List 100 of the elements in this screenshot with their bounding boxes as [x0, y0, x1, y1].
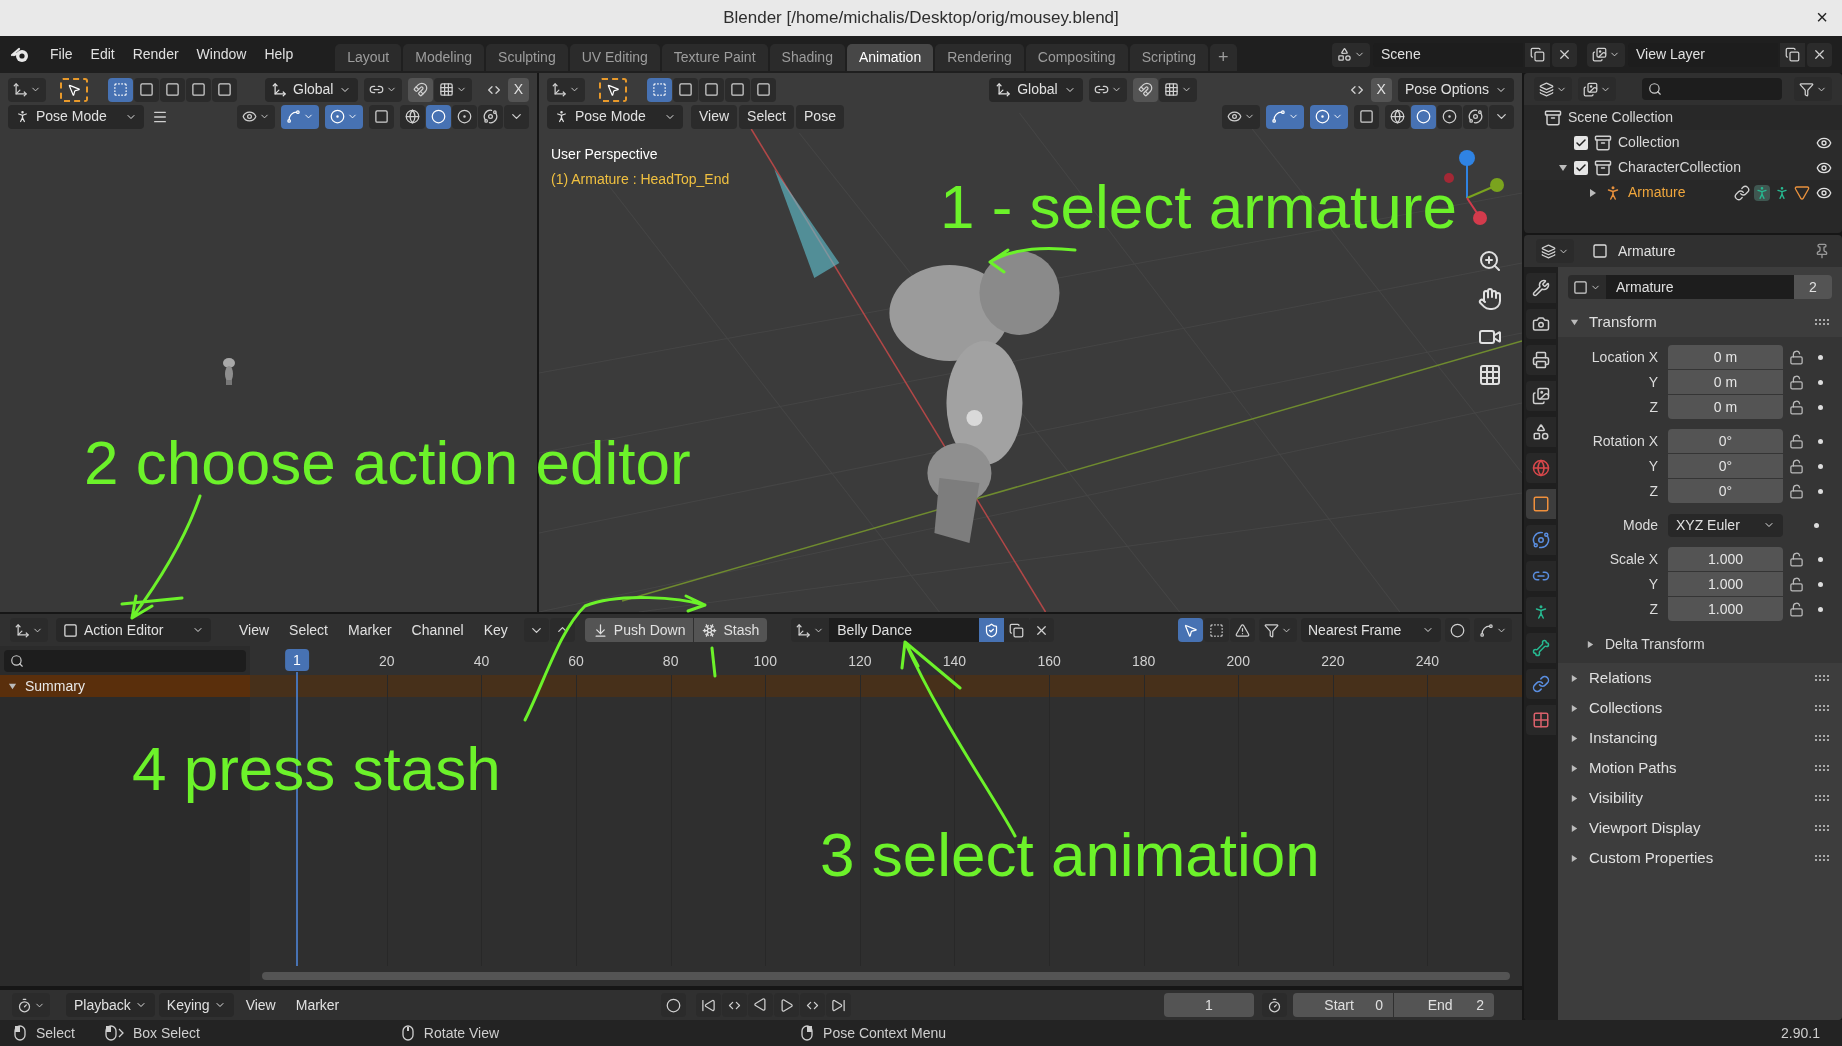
- field-label: Y: [1647, 456, 1659, 476]
- panel-header[interactable]: Transform: [1589, 310, 1657, 334]
- frame-number: 120: [848, 652, 872, 671]
- panel-header[interactable]: Viewport Display: [1589, 816, 1701, 840]
- workspace-tab[interactable]: UV Editing: [569, 44, 660, 71]
- number-field[interactable]: 0 m: [1668, 345, 1783, 369]
- menu-item[interactable]: Help: [256, 42, 302, 67]
- menu-item[interactable]: Render: [124, 42, 187, 67]
- panel-header[interactable]: Instancing: [1589, 726, 1658, 750]
- frame-number: 180: [1132, 652, 1156, 671]
- name-field[interactable]: Armature: [1606, 275, 1794, 299]
- view-name: User Perspective: [551, 145, 658, 164]
- panel-header[interactable]: Visibility: [1589, 786, 1643, 810]
- frame-number: 80: [662, 652, 679, 671]
- number-field[interactable]: 0°: [1668, 429, 1783, 453]
- snapping-dropdown[interactable]: Nearest Frame: [1301, 618, 1441, 642]
- start-frame-field[interactable]: Start 0: [1293, 993, 1393, 1017]
- workspace-tab[interactable]: Shading: [769, 44, 845, 71]
- field-label: Scale X: [1608, 549, 1659, 569]
- annotation-text: 2 choose action editor: [84, 428, 691, 498]
- field-label: Z: [1648, 599, 1659, 619]
- annotation-text: 3 select animation: [820, 820, 1320, 890]
- status-hint: Pose Context Menu: [823, 1023, 947, 1043]
- workspace-tab[interactable]: Texture Paint: [661, 44, 768, 71]
- workspace-tab[interactable]: Modeling: [403, 44, 485, 71]
- menu-item[interactable]: View: [237, 993, 284, 1017]
- menu-item[interactable]: Select: [281, 618, 336, 642]
- stash-button[interactable]: Stash: [694, 618, 768, 642]
- menu-item[interactable]: Key: [475, 618, 516, 642]
- menu-item[interactable]: Channel: [403, 618, 472, 642]
- transform-orientation-dropdown[interactable]: Global: [989, 77, 1083, 102]
- menu-item[interactable]: Marker: [340, 618, 400, 642]
- number-field[interactable]: 1.000: [1668, 597, 1783, 621]
- mode-dropdown[interactable]: Pose Mode: [547, 104, 683, 129]
- x-mirror-button[interactable]: X: [507, 77, 529, 102]
- menu-item[interactable]: Select: [739, 104, 794, 129]
- pose-options-dropdown[interactable]: Pose Options: [1397, 77, 1514, 102]
- end-frame-field[interactable]: End 2: [1394, 993, 1494, 1017]
- subpanel-header[interactable]: Delta Transform: [1605, 633, 1705, 655]
- menu-item[interactable]: Window: [188, 42, 255, 67]
- menu-dropdown[interactable]: Playback: [66, 993, 155, 1017]
- number-field[interactable]: 0 m: [1668, 370, 1783, 394]
- outliner-item[interactable]: CharacterCollection: [1618, 157, 1741, 178]
- add-workspace-button[interactable]: +: [1210, 44, 1237, 71]
- panel-header[interactable]: Motion Paths: [1589, 756, 1677, 780]
- frame-field[interactable]: 1: [1164, 993, 1254, 1017]
- frame-number: 40: [473, 652, 490, 671]
- menu-dropdown[interactable]: Keying: [158, 993, 234, 1017]
- number-field[interactable]: 1.000: [1668, 547, 1783, 571]
- active-object-label: (1) Armature : HeadTop_End: [551, 170, 730, 189]
- status-hint: Rotate View: [423, 1023, 500, 1043]
- field-label: Mode: [1621, 515, 1659, 535]
- close-button[interactable]: ×: [1816, 6, 1828, 28]
- frame-number: 100: [753, 652, 777, 671]
- workspace-tab[interactable]: Compositing: [1025, 44, 1128, 71]
- mode-dropdown[interactable]: XYZ Euler: [1668, 513, 1783, 537]
- menu-item[interactable]: File: [42, 42, 81, 67]
- window-title: Blender [/home/michalis/Desktop/orig/mousey.blend]: [723, 7, 1119, 30]
- current-frame-indicator[interactable]: 1: [285, 649, 309, 671]
- user-count[interactable]: 2: [1794, 275, 1832, 299]
- field-label: Y: [1647, 372, 1659, 392]
- menu-item[interactable]: View: [691, 104, 738, 129]
- transform-orientation-dropdown[interactable]: Global: [265, 77, 359, 102]
- panel-header[interactable]: Relations: [1589, 666, 1652, 690]
- push-down-button[interactable]: Push Down: [584, 618, 694, 642]
- panel-header[interactable]: Custom Properties: [1589, 846, 1714, 870]
- frame-number: 20: [379, 652, 395, 671]
- context-path: Armature: [1618, 241, 1676, 261]
- workspace-tab[interactable]: Animation: [846, 44, 934, 71]
- workspace-tab[interactable]: Layout: [335, 44, 402, 71]
- action-field[interactable]: Belly Dance: [829, 618, 980, 642]
- menu-item[interactable]: View: [231, 618, 278, 642]
- panel-header[interactable]: Collections: [1589, 696, 1663, 720]
- outliner-item[interactable]: Armature: [1628, 182, 1686, 203]
- field-label: Rotation X: [1591, 431, 1659, 451]
- number-field[interactable]: 0 m: [1668, 395, 1783, 419]
- frame-number: 240: [1415, 652, 1440, 671]
- menu-item[interactable]: Pose: [796, 104, 844, 129]
- status-hint: Box Select: [132, 1023, 200, 1043]
- mode-dropdown[interactable]: Pose Mode: [8, 104, 144, 129]
- workspace-tab[interactable]: Rendering: [935, 44, 1024, 71]
- workspace-tab[interactable]: Scripting: [1129, 44, 1209, 71]
- field-label: Location X: [1590, 347, 1659, 367]
- frame-number: 200: [1226, 652, 1250, 671]
- frame-number: 140: [942, 652, 967, 671]
- field-label: Z: [1648, 481, 1659, 501]
- outliner-item[interactable]: Scene Collection: [1568, 107, 1674, 128]
- annotation-text: 1 - select armature: [940, 172, 1457, 242]
- number-field[interactable]: 0°: [1668, 454, 1783, 478]
- frame-number: 60: [568, 652, 584, 671]
- field-label: Z: [1648, 397, 1659, 417]
- frame-number: 160: [1037, 652, 1061, 671]
- menu-item[interactable]: Edit: [82, 42, 123, 67]
- editor-dropdown[interactable]: Action Editor: [56, 618, 211, 642]
- number-field[interactable]: 1.000: [1668, 572, 1783, 596]
- status-hint: Select: [36, 1023, 75, 1043]
- outliner-item[interactable]: Collection: [1618, 132, 1680, 153]
- number-field[interactable]: 0°: [1668, 479, 1783, 503]
- workspace-tab[interactable]: Sculpting: [486, 44, 568, 71]
- menu-item[interactable]: Marker: [287, 993, 348, 1017]
